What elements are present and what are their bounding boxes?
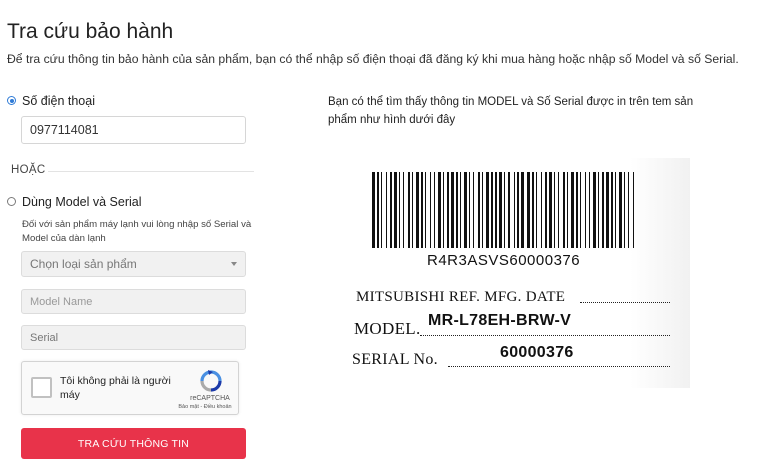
recaptcha-logo-icon [200, 370, 222, 392]
phone-option-label[interactable]: Số điện thoại [22, 94, 95, 108]
product-label-image: R4R3ASVS60000376 MITSUBISHI REF. MFG. DA… [330, 158, 690, 388]
divider-line [48, 171, 254, 172]
barcode-graphic [372, 172, 634, 248]
aircon-note: Đối với sản phẩm máy lạnh vui lòng nhập … [22, 219, 252, 244]
phone-input-value: 0977114081 [30, 123, 99, 137]
page-description: Để tra cứu thông tin bảo hành của sản ph… [7, 52, 739, 66]
model-serial-option-label[interactable]: Dùng Model và Serial [22, 195, 142, 209]
lookup-submit-button[interactable]: TRA CỨU THÔNG TIN [21, 428, 246, 459]
recaptcha-brand: reCAPTCHA [190, 395, 230, 402]
serial-value-text: 60000376 [500, 344, 574, 361]
phone-input[interactable]: 0977114081 [21, 116, 246, 144]
ref-line-text: MITSUBISHI REF. MFG. DATE [356, 289, 566, 305]
serial-dotted-line [448, 366, 670, 367]
image-shadow [630, 158, 690, 388]
phone-radio[interactable] [7, 96, 16, 105]
model-name-placeholder: Model Name [30, 295, 93, 308]
model-name-input[interactable]: Model Name [21, 289, 246, 314]
recaptcha-widget: Tôi không phải là người máy reCAPTCHA Bả… [21, 361, 239, 415]
label-hint-text: Bạn có thể tìm thấy thông tin MODEL và S… [328, 96, 694, 126]
model-dotted-line [420, 335, 670, 336]
ref-dotted-line [580, 302, 670, 303]
serial-input[interactable]: Serial [21, 325, 246, 350]
product-type-select-value: Chọn loại sản phẩm [30, 257, 137, 271]
product-type-select[interactable]: Chọn loại sản phẩm [21, 251, 246, 277]
barcode-text: R4R3ASVS60000376 [427, 252, 581, 269]
serial-placeholder: Serial [30, 331, 59, 344]
chevron-down-icon [231, 262, 237, 266]
serial-label-text: SERIAL No. [352, 351, 438, 368]
model-serial-radio[interactable] [7, 197, 16, 206]
recaptcha-checkbox[interactable] [31, 377, 52, 398]
recaptcha-links[interactable]: Bảo mật - Điều khoản [172, 404, 238, 410]
model-label-text: MODEL. [354, 319, 421, 338]
or-divider-label: HOẶC [11, 164, 46, 176]
model-value-text: MR-L78EH-BRW-V [428, 312, 572, 329]
page-title: Tra cứu bảo hành [7, 20, 174, 43]
recaptcha-text: Tôi không phải là người máy [60, 375, 171, 401]
